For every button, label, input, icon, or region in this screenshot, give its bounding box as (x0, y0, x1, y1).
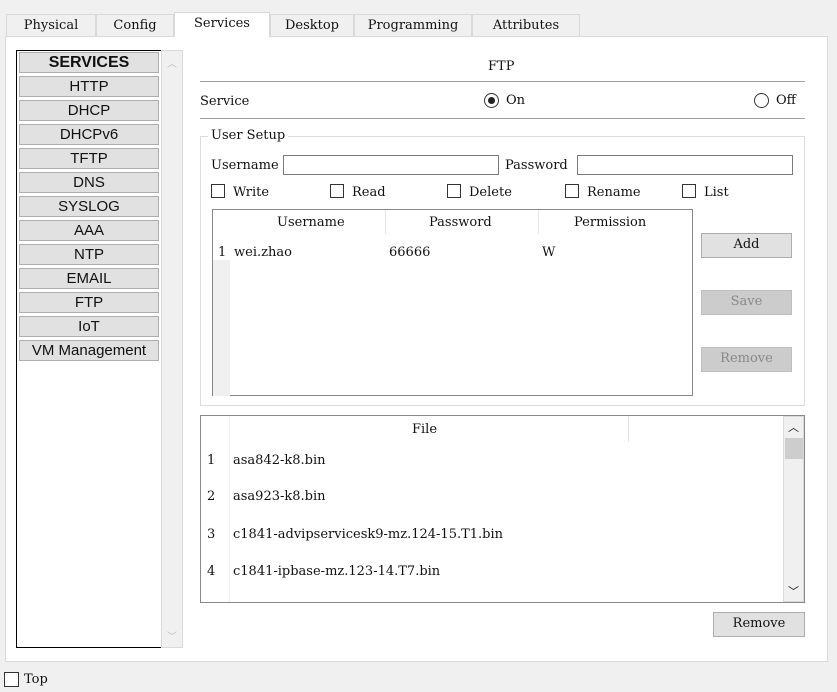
scroll-thumb[interactable] (785, 438, 803, 459)
users-header-username[interactable]: Username (277, 215, 345, 230)
scroll-up-icon[interactable]: ︿ (788, 419, 799, 435)
file-name: c1841-ipbase-mz.123-14.T7.bin (233, 564, 441, 579)
file-list-scrollbar[interactable]: ︿ ﹀ (783, 416, 804, 602)
service-item-dns[interactable]: DNS (19, 172, 159, 193)
file-name: asa842-k8.bin (233, 453, 326, 468)
username-label: Username (211, 158, 279, 173)
file-header[interactable]: File (412, 422, 437, 437)
password-input[interactable] (577, 155, 793, 175)
service-item-aaa[interactable]: AAA (19, 220, 159, 241)
file-row[interactable]: 2 asa923-k8.bin (201, 489, 781, 509)
file-name: asa923-k8.bin (233, 489, 326, 504)
service-label: Service (200, 94, 250, 109)
remove-user-button[interactable]: Remove (701, 347, 792, 372)
tab-services[interactable]: Services (174, 12, 270, 37)
service-off-label: Off (776, 93, 796, 108)
password-label: Password (505, 158, 568, 173)
tab-desktop[interactable]: Desktop (270, 14, 354, 37)
permission-rename-label: Rename (587, 185, 641, 200)
users-table: Username Password Permission 1 wei.zhao … (212, 209, 693, 396)
permission-list-checkbox[interactable] (682, 184, 696, 198)
file-row[interactable]: 3 c1841-advipservicesk9-mz.124-15.T1.bin (201, 527, 781, 547)
services-list-scrollbar[interactable]: ︿ ﹀ (161, 50, 183, 648)
user-setup-label: User Setup (208, 128, 289, 143)
service-item-ftp[interactable]: FTP (19, 292, 159, 313)
remove-file-button[interactable]: Remove (713, 612, 805, 637)
row-permission: W (542, 245, 556, 260)
service-item-http[interactable]: HTTP (19, 76, 159, 97)
service-item-services[interactable]: SERVICES (19, 52, 159, 73)
service-item-email[interactable]: EMAIL (19, 268, 159, 289)
tab-physical[interactable]: Physical (6, 14, 96, 37)
scroll-down-icon[interactable]: ﹀ (167, 628, 177, 643)
service-item-iot[interactable]: IoT (19, 316, 159, 337)
permission-write-label: Write (233, 185, 270, 200)
service-item-tftp[interactable]: TFTP (19, 148, 159, 169)
save-button[interactable]: Save (701, 290, 792, 315)
users-header-password[interactable]: Password (429, 215, 492, 230)
row-number: 1 (218, 245, 227, 260)
tab-programming[interactable]: Programming (354, 14, 472, 37)
file-row[interactable]: 1 asa842-k8.bin (201, 453, 781, 473)
permission-read-label: Read (352, 185, 386, 200)
table-row[interactable]: 1 wei.zhao 66666 W (213, 240, 693, 260)
file-row-number: 2 (207, 489, 216, 504)
row-password: 66666 (389, 245, 431, 260)
top-checkbox[interactable] (4, 672, 19, 687)
top-label: Top (24, 672, 48, 687)
permission-write-checkbox[interactable] (211, 184, 225, 198)
file-name: c1841-advipservicesk9-mz.124-15.T1.bin (233, 527, 504, 542)
row-username: wei.zhao (234, 245, 292, 260)
services-list: SERVICES HTTP DHCP DHCPv6 TFTP DNS SYSLOG AAA NT… (16, 50, 162, 648)
file-row-number: 1 (207, 453, 216, 468)
file-row-number: 4 (207, 564, 216, 579)
permission-delete-label: Delete (469, 185, 512, 200)
add-button[interactable]: Add (701, 233, 792, 258)
scroll-down-icon[interactable]: ﹀ (788, 583, 799, 599)
file-row[interactable]: 4 c1841-ipbase-mz.123-14.T7.bin (201, 564, 781, 584)
tab-attributes[interactable]: Attributes (472, 14, 580, 37)
file-row-number: 3 (207, 527, 216, 542)
file-list: File 1 asa842-k8.bin 2 asa923-k8.bin 3 c1841-… (200, 415, 805, 603)
service-item-dhcp[interactable]: DHCP (19, 100, 159, 121)
permission-read-checkbox[interactable] (330, 184, 344, 198)
permission-list-label: List (704, 185, 729, 200)
username-input[interactable] (283, 155, 499, 175)
permission-rename-checkbox[interactable] (565, 184, 579, 198)
tab-config[interactable]: Config (96, 14, 174, 37)
users-header-permission[interactable]: Permission (574, 215, 646, 230)
service-item-dhcpv6[interactable]: DHCPv6 (19, 124, 159, 145)
service-on-label: On (506, 93, 526, 108)
service-on-radio[interactable] (484, 93, 499, 108)
service-item-ntp[interactable]: NTP (19, 244, 159, 265)
service-item-vm-management[interactable]: VM Management (19, 340, 159, 361)
ftp-title: FTP (488, 59, 515, 74)
service-off-radio[interactable] (754, 93, 769, 108)
scroll-up-icon[interactable]: ︿ (167, 55, 177, 70)
permission-delete-checkbox[interactable] (447, 184, 461, 198)
service-item-syslog[interactable]: SYSLOG (19, 196, 159, 217)
